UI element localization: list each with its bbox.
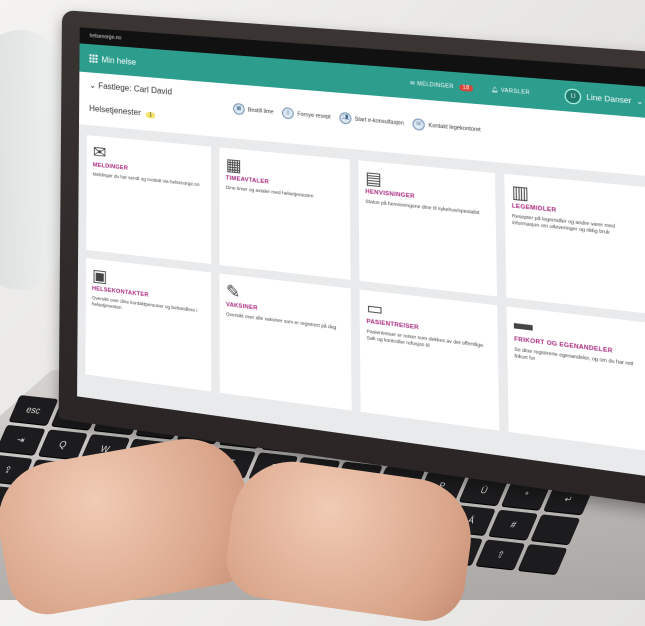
bus-icon: ▭ [366, 298, 384, 320]
key[interactable]: # [488, 509, 539, 540]
medicine-icon: ▥ [511, 183, 530, 204]
alerts-nav[interactable]: 🔔︎ VARSLER [491, 87, 530, 97]
doctor-actions: ▦ Bestill time ▯ Fornye resept 👥︎ Start e-kon… [233, 102, 481, 136]
key[interactable]: ⇥ [0, 424, 46, 455]
service-card[interactable]: ▣ HELSEKONTAKTER Oversikt over dine kont… [85, 258, 212, 392]
services-count: 1 [146, 111, 156, 119]
avatar: LI [564, 88, 582, 105]
services-heading: Helsetjenester 1 [89, 104, 233, 126]
document-icon: ▤ [365, 169, 383, 190]
action-1[interactable]: ▯ Fornye resept [282, 106, 331, 123]
key[interactable]: esc [8, 395, 59, 426]
contacts-icon: ▣ [92, 267, 108, 287]
chevron-down-icon: ⌄ [89, 80, 99, 91]
card-icon: ▬ [513, 313, 533, 336]
action-3[interactable]: ☏ Kontakt legekontoret [412, 118, 481, 136]
action-0[interactable]: ▦ Bestill time [233, 102, 274, 118]
service-card[interactable]: ✎ VAKSINER Oversikt over alle vaksiner s… [219, 273, 352, 411]
mail-icon: ✉ [410, 80, 416, 88]
bell-icon: 🔔︎ [491, 86, 499, 94]
action-2[interactable]: 👥︎ Start e-konsultasjon [339, 111, 404, 129]
service-cards: ✉ MELDINGER Meldinger du har sendt og mo… [85, 135, 645, 452]
envelope-icon: ✉ [92, 143, 107, 163]
messages-count-badge: 18 [459, 84, 473, 92]
contact-icon: ☏ [412, 118, 426, 131]
service-card[interactable]: ▦ TIMEAVTALER Dine timer og avtaler med … [219, 147, 351, 280]
service-card[interactable]: ▬ FRIKORT OG EGENANDELER Se dine registr… [506, 306, 645, 452]
user-menu[interactable]: LI Line Danser ⌄ [564, 88, 644, 110]
syringe-icon: ✎ [225, 282, 241, 303]
consultation-icon: 👥︎ [339, 111, 352, 125]
brand[interactable]: Min helse [89, 54, 136, 67]
service-card[interactable]: ✉ MELDINGER Meldinger du har sendt og mo… [86, 135, 212, 264]
user-name: Line Danser [586, 93, 632, 105]
url-text[interactable]: helsenorge.no [90, 33, 122, 41]
service-card[interactable]: ▤ HENVISNINGER Status på henvisningene d… [358, 160, 498, 297]
key[interactable]: ⇧ [475, 539, 526, 570]
messages-nav[interactable]: ✉ MELDINGER 18 [410, 80, 473, 92]
calendar-icon: ▦ [233, 102, 245, 116]
calendar-icon: ▦ [225, 156, 242, 176]
prescription-icon: ▯ [282, 106, 295, 120]
main-content: ✉ MELDINGER Meldinger du har sendt og mo… [77, 124, 645, 479]
chevron-down-icon: ⌄ [636, 98, 644, 107]
laptop-screen: helsenorge.no Min helse ✉ MELDINGER 18 🔔… [77, 27, 645, 479]
key[interactable]: Q [38, 429, 88, 460]
service-card[interactable]: ▭ PASIENTREISER Pasientreiser er reiser … [359, 289, 500, 431]
background-lamp [0, 30, 60, 290]
doctor-selector[interactable]: ⌄ Fastlege: Carl David [89, 80, 233, 101]
app-grid-icon[interactable] [89, 54, 98, 63]
service-card[interactable]: ▥ LEGEMIDLER Resepter på legemidler og a… [504, 173, 645, 314]
brand-label: Min helse [101, 54, 137, 67]
